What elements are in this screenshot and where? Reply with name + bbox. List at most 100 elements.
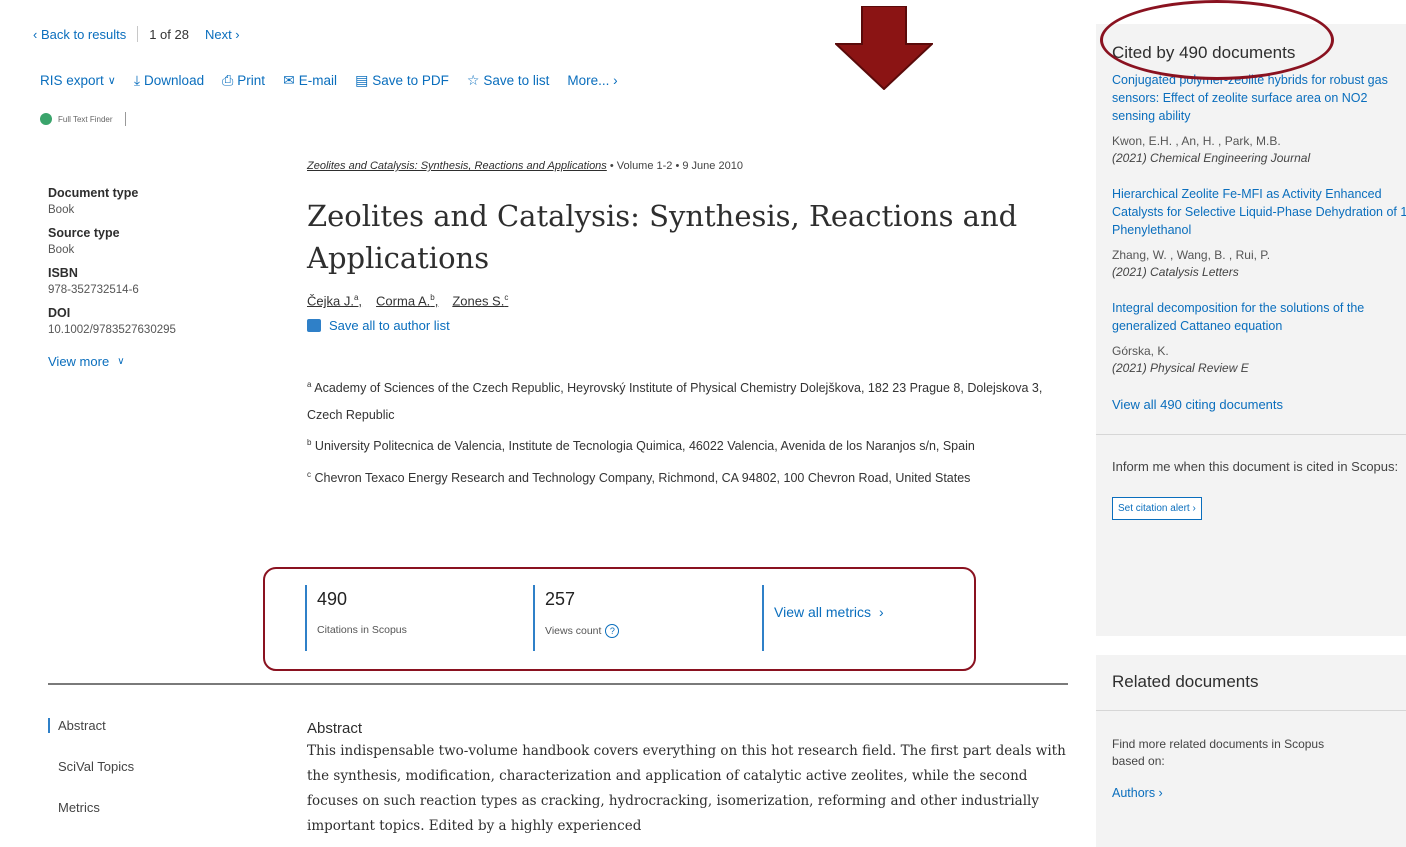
citing-document-authors: Kwon, E.H. , An, H. , Park, M.B. [1112,134,1281,148]
result-position: 1 of 28 [149,26,189,42]
save-to-list-button[interactable]: ☆ Save to list [467,72,550,89]
nav-separator [137,26,139,42]
citing-document: Conjugated polymer-zeolite hybrids for r… [1112,71,1406,165]
meta-label: ISBN [48,266,78,280]
author-affil-mark: a [353,293,359,302]
panel-divider [1096,710,1406,711]
view-all-metrics-container: View all metrics › [762,585,884,651]
related-authors-link[interactable]: Authors › [1112,786,1406,800]
related-documents-title: Related documents [1112,672,1259,691]
save-all-authors-button[interactable]: Save all to author list [307,318,1077,333]
download-icon: ⤓ [133,72,141,88]
view-all-citing-link[interactable]: View all 490 citing documents [1112,397,1406,412]
section-nav-metrics[interactable]: Metrics [48,800,134,815]
meta-value: Book [48,244,75,256]
save-to-pdf-label: Save to PDF [372,73,449,88]
print-button[interactable]: ⎙ Print [222,72,265,89]
view-more-label: View more [48,354,110,369]
meta-value: 10.1002/9783527630295 [48,324,176,336]
affil-text: Academy of Sciences of the Czech Republi… [307,381,1043,423]
citing-document-link[interactable]: Conjugated polymer-zeolite hybrids for r… [1112,71,1406,125]
views-count: 257 [545,589,576,609]
citing-document-source: (2021) Catalysis Letters [1112,265,1239,279]
abstract-section: Abstract This indispensable two-volume h… [307,720,1067,839]
section-nav: Abstract SciVal Topics Metrics [48,718,134,841]
views-label: Views count [545,625,602,637]
back-to-results-link[interactable]: ‹ Back to results [33,27,126,42]
globe-icon [40,113,52,125]
author-link[interactable]: Zones S.c [452,293,508,308]
affiliation: b University Politecnica de Valencia, In… [307,429,1067,460]
download-button[interactable]: ⤓ Download [134,72,204,89]
star-icon: ☆ [466,72,480,88]
citing-document-authors: Górska, K. [1112,344,1169,358]
citing-document-source: (2021) Physical Review E [1112,361,1249,375]
meta-label: Source type [48,226,120,240]
printer-icon: ⎙ [222,72,234,88]
author-link[interactable]: Corma A.b, [376,293,438,308]
download-label: Download [144,73,205,88]
save-to-pdf-button[interactable]: ▤ Save to PDF [355,72,449,89]
author-affil-mark: b [430,293,435,302]
citations-label: Citations in Scopus [317,624,407,636]
chevron-right-icon: › [879,604,884,620]
volume-date: • Volume 1-2 • 9 June 2010 [606,160,743,172]
full-text-finder[interactable]: Full Text Finder [40,112,126,126]
help-icon[interactable]: ? [605,624,620,638]
section-nav-abstract[interactable]: Abstract [48,718,134,733]
meta-label: Document type [48,186,139,200]
author-name: Zones S. [452,293,505,309]
results-nav: ‹ Back to results 1 of 28 Next › [33,26,240,42]
views-caption: Views count ? [545,624,620,638]
citing-document-link[interactable]: Hierarchical Zeolite Fe-MFI as Activity … [1112,185,1406,239]
ris-export-label: RIS export [40,73,104,88]
email-label: E-mail [298,73,338,88]
print-label: Print [237,73,266,88]
fulltext-separator [124,112,126,126]
full-text-finder-label: Full Text Finder [58,114,113,124]
affiliations: a Academy of Sciences of the Czech Repub… [307,371,1067,491]
save-authors-label: Save all to author list [329,318,450,334]
affil-text: Chevron Texaco Energy Research and Techn… [311,470,971,485]
author-link[interactable]: Čejka J.a, [307,293,362,308]
citations-count: 490 [317,589,348,609]
section-divider [48,683,1068,685]
cited-by-highlight-oval [1100,0,1334,80]
view-more-button[interactable]: View more ∨ [48,354,218,369]
citing-document: Integral decomposition for the solutions… [1112,299,1406,375]
pdf-icon: ▤ [355,72,369,88]
citing-document-authors: Zhang, W. , Wang, B. , Rui, P. [1112,248,1271,262]
cited-by-panel: Cited by 490 documents Conjugated polyme… [1096,24,1406,636]
affiliation: a Academy of Sciences of the Czech Repub… [307,371,1067,429]
citing-document: Hierarchical Zeolite Fe-MFI as Activity … [1112,185,1406,279]
panel-divider [1096,434,1406,435]
abstract-text: This indispensable two-volume handbook c… [307,743,1066,834]
citing-document-source: (2021) Chemical Engineering Journal [1112,151,1311,165]
author-affil-mark: c [504,293,509,302]
author-name: Corma A. [376,293,431,309]
next-result-link[interactable]: Next › [205,27,240,42]
citations-metric: 490 Citations in Scopus [305,585,407,651]
ris-export-button[interactable]: RIS export ∨ [40,73,116,88]
chevron-down-icon: ∨ [117,356,125,367]
meta-label: DOI [48,306,71,320]
view-all-metrics-link[interactable]: View all metrics › [774,604,884,620]
set-citation-alert-button[interactable]: Set citation alert › [1112,497,1202,520]
source-title-link[interactable]: Zeolites and Catalysis: Synthesis, React… [307,160,607,172]
affiliation: c Chevron Texaco Energy Research and Tec… [307,461,1067,492]
chevron-down-icon: ∨ [107,75,116,87]
document-main: Zeolites and Catalysis: Synthesis, React… [307,160,1077,492]
view-all-metrics-label: View all metrics [774,604,871,620]
author-list-icon [307,319,321,333]
email-button[interactable]: ✉ E-mail [283,72,337,89]
annotation-arrow-icon [835,6,933,90]
more-button[interactable]: More... › [567,73,617,88]
related-documents-text: Find more related documents in Scopus ba… [1112,737,1325,768]
document-metadata: Document type Book Source type Book ISBN… [48,186,218,369]
envelope-icon: ✉ [283,72,295,88]
author-name: Čejka J. [307,293,354,309]
author-list: Čejka J.a, Corma A.b, Zones S.c [307,293,1077,308]
source-line: Zeolites and Catalysis: Synthesis, React… [307,160,1077,172]
citing-document-link[interactable]: Integral decomposition for the solutions… [1112,299,1406,335]
section-nav-scival-topics[interactable]: SciVal Topics [48,759,134,774]
